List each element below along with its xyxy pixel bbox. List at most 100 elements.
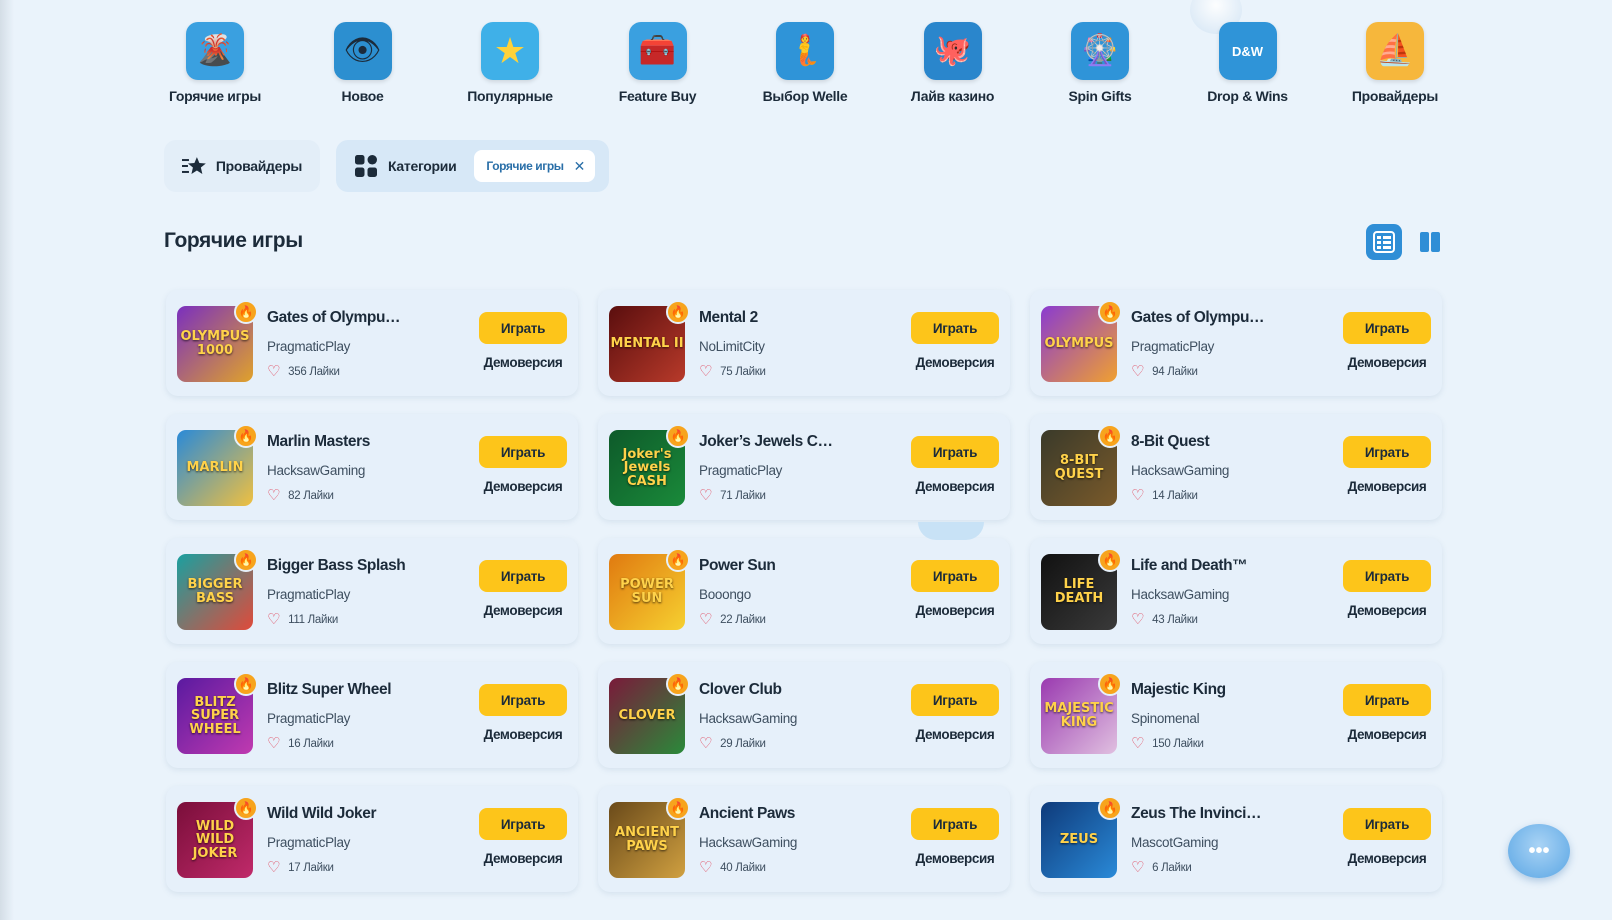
demo-button[interactable]: Демоверсия: [911, 722, 999, 746]
likes: ♡ 150 Лайки: [1131, 736, 1204, 751]
game-title: Joker’s Jewels C…: [699, 433, 833, 450]
category-mermaid[interactable]: 🧜 Выбор Welle: [740, 22, 870, 112]
heart-icon[interactable]: ♡: [699, 612, 712, 627]
heart-icon[interactable]: ♡: [1131, 488, 1144, 503]
fire-badge-icon: 🔥: [1098, 796, 1122, 820]
likes-count: 40 Лайки: [720, 861, 766, 874]
game-title: Gates of Olympu…: [1131, 309, 1265, 326]
demo-button[interactable]: Демоверсия: [479, 846, 567, 870]
play-button[interactable]: Играть: [479, 560, 567, 592]
game-card[interactable]: MARLIN 🔥 Marlin Masters HacksawGaming ♡ 82 Ла…: [166, 414, 578, 520]
fire-badge-icon: 🔥: [666, 672, 690, 696]
game-card[interactable]: LIFE DEATH 🔥 Life and Death™ HacksawGaming ♡…: [1030, 538, 1442, 644]
heart-icon[interactable]: ♡: [267, 736, 280, 751]
categories-filter-button[interactable]: Категории Горячие игры ✕: [336, 140, 609, 192]
game-card[interactable]: MENTAL II 🔥 Mental 2 NoLimitCity ♡ 75 Лайки Иг…: [598, 290, 1010, 396]
heart-icon[interactable]: ♡: [699, 364, 712, 379]
category-live-casino[interactable]: 🐙 Лайв казино: [888, 22, 1018, 112]
heart-icon[interactable]: ♡: [1131, 612, 1144, 627]
likes-count: 71 Лайки: [720, 489, 766, 502]
play-button[interactable]: Играть: [479, 684, 567, 716]
play-button[interactable]: Играть: [911, 436, 999, 468]
left-edge-shade: [0, 0, 14, 920]
game-card[interactable]: WILD WILD JOKER 🔥 Wild Wild Joker Pragmatic…: [166, 786, 578, 892]
category-volcano[interactable]: 🌋 Горячие игры: [150, 22, 280, 112]
play-button[interactable]: Играть: [911, 312, 999, 344]
heart-icon[interactable]: ♡: [699, 488, 712, 503]
list-view-button[interactable]: [1366, 224, 1402, 260]
play-button[interactable]: Играть: [479, 312, 567, 344]
heart-icon[interactable]: ♡: [699, 736, 712, 751]
category-eye[interactable]: 👁 Новое: [298, 22, 428, 112]
game-provider: Booongo: [699, 587, 751, 602]
play-button[interactable]: Играть: [911, 808, 999, 840]
demo-button[interactable]: Демоверсия: [1343, 598, 1431, 622]
game-title: Ancient Paws: [699, 805, 795, 822]
game-card[interactable]: ANCIENT PAWS 🔥 Ancient Paws HacksawGaming ♡ 4…: [598, 786, 1010, 892]
game-card[interactable]: 8-BIT QUEST 🔥 8-Bit Quest HacksawGaming ♡ 14 …: [1030, 414, 1442, 520]
game-title: Majestic King: [1131, 681, 1226, 698]
fire-badge-icon: 🔥: [234, 300, 258, 324]
likes-count: 150 Лайки: [1152, 737, 1204, 750]
demo-button[interactable]: Демоверсия: [911, 350, 999, 374]
game-card[interactable]: ZEUS 🔥 Zeus The Invinci… MascotGaming ♡ 6 Лай…: [1030, 786, 1442, 892]
game-card[interactable]: BIGGER BASS 🔥 Bigger Bass Splash PragmaticP…: [166, 538, 578, 644]
heart-icon[interactable]: ♡: [1131, 860, 1144, 875]
game-card[interactable]: CLOVER 🔥 Clover Club HacksawGaming ♡ 29 Лайки…: [598, 662, 1010, 768]
game-title: Power Sun: [699, 557, 776, 574]
play-button[interactable]: Играть: [1343, 808, 1431, 840]
active-filter-chip-label: Горячие игры: [486, 159, 564, 173]
game-card[interactable]: MAJESTIC KING 🔥 Majestic King Spinomenal ♡ 15…: [1030, 662, 1442, 768]
heart-icon[interactable]: ♡: [267, 860, 280, 875]
category-drop-wins[interactable]: D&W Drop & Wins: [1183, 22, 1313, 112]
play-button[interactable]: Играть: [479, 808, 567, 840]
heart-icon[interactable]: ♡: [699, 860, 712, 875]
providers-filter-button[interactable]: Провайдеры: [164, 140, 320, 192]
live-casino-icon: 🐙: [923, 22, 982, 80]
game-card[interactable]: OLYMPUS 🔥 Gates of Olympu… PragmaticPlay ♡ 94…: [1030, 290, 1442, 396]
demo-button[interactable]: Демоверсия: [479, 474, 567, 498]
play-button[interactable]: Играть: [1343, 684, 1431, 716]
play-button[interactable]: Играть: [911, 560, 999, 592]
demo-button[interactable]: Демоверсия: [911, 598, 999, 622]
category-star[interactable]: ★ Популярные: [445, 22, 575, 112]
tile-view-button[interactable]: [1412, 224, 1448, 260]
play-button[interactable]: Играть: [1343, 312, 1431, 344]
demo-button[interactable]: Демоверсия: [479, 598, 567, 622]
heart-icon[interactable]: ♡: [267, 364, 280, 379]
game-card[interactable]: Joker's Jewels CASH 🔥 Joker’s Jewels C… Pra…: [598, 414, 1010, 520]
demo-button[interactable]: Демоверсия: [479, 722, 567, 746]
game-card[interactable]: BLITZ SUPER WHEEL 🔥 Blitz Super Wheel Pragm…: [166, 662, 578, 768]
game-title: Bigger Bass Splash: [267, 557, 406, 574]
category-wheel[interactable]: 🎡 Spin Gifts: [1035, 22, 1165, 112]
game-title: Blitz Super Wheel: [267, 681, 392, 698]
heart-icon[interactable]: ♡: [1131, 364, 1144, 379]
demo-button[interactable]: Демоверсия: [1343, 722, 1431, 746]
game-provider: PragmaticPlay: [699, 463, 783, 478]
category-label: Лайв казино: [910, 88, 995, 104]
demo-button[interactable]: Демоверсия: [911, 474, 999, 498]
demo-button[interactable]: Демоверсия: [1343, 474, 1431, 498]
play-button[interactable]: Играть: [1343, 560, 1431, 592]
demo-button[interactable]: Демоверсия: [479, 350, 567, 374]
filters-bar: Провайдеры Категории Горячие игры ✕: [164, 140, 609, 192]
close-icon[interactable]: ✕: [574, 158, 586, 175]
demo-button[interactable]: Демоверсия: [911, 846, 999, 870]
play-button[interactable]: Играть: [479, 436, 567, 468]
likes: ♡ 75 Лайки: [699, 364, 766, 379]
game-card[interactable]: OLYMPUS 1000 🔥 Gates of Olympu… PragmaticPl…: [166, 290, 578, 396]
heart-icon[interactable]: ♡: [267, 488, 280, 503]
play-button[interactable]: Играть: [1343, 436, 1431, 468]
category-treasure-chest[interactable]: 🧰 Feature Buy: [593, 22, 723, 112]
chat-button[interactable]: •••: [1508, 824, 1570, 878]
game-provider: HacksawGaming: [1131, 463, 1230, 478]
category-sailboat[interactable]: ⛵ Провайдеры: [1330, 22, 1460, 112]
heart-icon[interactable]: ♡: [267, 612, 280, 627]
demo-button[interactable]: Демоверсия: [1343, 846, 1431, 870]
likes: ♡ 43 Лайки: [1131, 612, 1198, 627]
likes: ♡ 111 Лайки: [267, 612, 338, 627]
play-button[interactable]: Играть: [911, 684, 999, 716]
demo-button[interactable]: Демоверсия: [1343, 350, 1431, 374]
game-card[interactable]: POWER SUN 🔥 Power Sun Booongo ♡ 22 Лайки Играт…: [598, 538, 1010, 644]
heart-icon[interactable]: ♡: [1131, 736, 1144, 751]
